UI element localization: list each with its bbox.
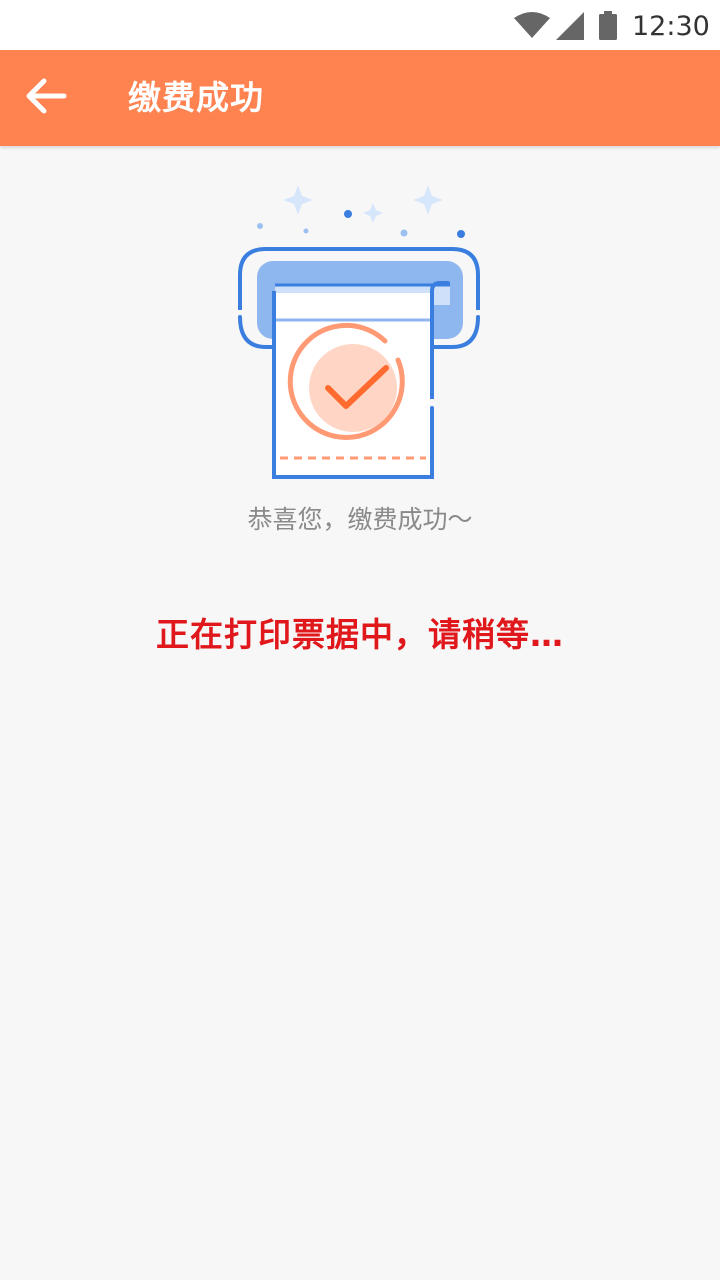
battery-icon: [598, 11, 618, 45]
signal-icon: [556, 12, 584, 44]
status-time: 12:30: [632, 11, 710, 42]
receipt-printer-success-icon: [220, 175, 500, 485]
printing-status-message: 正在打印票据中，请稍等…: [156, 615, 564, 654]
status-bar: 12:30: [0, 0, 720, 50]
page-title: 缴费成功: [128, 78, 264, 117]
app-bar: 缴费成功: [0, 50, 720, 146]
wifi-icon: [514, 12, 550, 42]
success-message: 恭喜您，缴费成功～: [247, 505, 473, 534]
back-arrow-icon: [24, 76, 68, 120]
back-button[interactable]: [18, 72, 74, 124]
